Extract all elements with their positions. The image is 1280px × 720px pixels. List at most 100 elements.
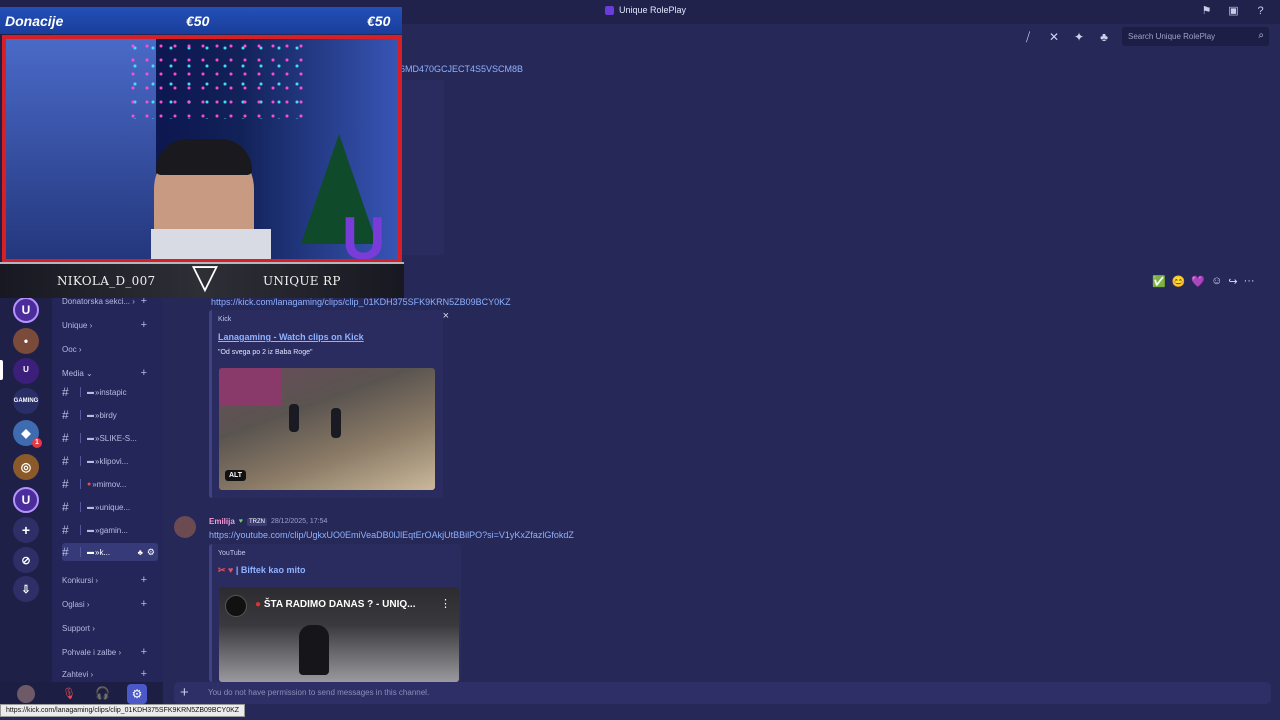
add-channel-icon[interactable]: + bbox=[141, 646, 147, 658]
stream-overlay: Donacije €50 €50 U NIKOLA_D_007 ▽ UNIQUE… bbox=[0, 7, 404, 302]
close-icon[interactable]: × bbox=[443, 310, 449, 322]
channel-item-instapic[interactable]: # ▬ »instapic bbox=[62, 383, 158, 401]
discover-icon[interactable]: ⊘ bbox=[13, 547, 39, 573]
add-channel-icon[interactable]: + bbox=[141, 367, 147, 379]
channel-label: »mimov... bbox=[92, 479, 127, 489]
channel-item-mimov[interactable]: # ● »mimov... bbox=[62, 475, 158, 493]
add-server-icon[interactable]: + bbox=[13, 517, 39, 543]
streamer-name: NIKOLA_D_007 bbox=[57, 274, 156, 288]
channel-emoji: ▬ bbox=[87, 548, 94, 556]
download-icon[interactable]: ⇩ bbox=[13, 576, 39, 602]
channel-item-birdy[interactable]: # ▬ »birdy bbox=[62, 406, 158, 424]
mic-muted-icon[interactable]: 🎙 bbox=[62, 687, 76, 700]
forward-icon[interactable]: ↪ bbox=[1228, 275, 1237, 288]
avatar[interactable] bbox=[17, 685, 35, 703]
partial-link-text[interactable]: 6MD470GCJECT4S5VSCM8B bbox=[400, 64, 523, 74]
server-tag[interactable]: TRZN bbox=[246, 517, 267, 526]
unique-logo-icon: U bbox=[342, 205, 386, 263]
category-label: Ooc bbox=[62, 345, 77, 354]
category-pohvale[interactable]: Pohvale i zalbe › + bbox=[62, 646, 157, 658]
search-input[interactable]: Search Unique RolePlay ⌕ bbox=[1122, 27, 1269, 46]
webcam-inset bbox=[219, 368, 281, 406]
more-icon[interactable]: ··· bbox=[1244, 275, 1255, 287]
category-support[interactable]: Support › bbox=[62, 624, 157, 633]
category-label: Zahtevi bbox=[62, 670, 89, 679]
embed-title: | Biftek kao mito bbox=[235, 565, 306, 575]
shield-icon: ♥ bbox=[238, 518, 243, 525]
message-header: Emilija ♥ TRZN 28/12/2025, 17:54 bbox=[209, 517, 327, 526]
server-icon-community[interactable]: ◆ 1 bbox=[13, 420, 42, 448]
category-ooc[interactable]: Ooc › bbox=[62, 345, 157, 354]
user-panel: 🎙 🎧 ⚙ bbox=[0, 682, 163, 706]
threads-icon[interactable]: ⧸ bbox=[1020, 29, 1036, 45]
video-thumbnail[interactable]: ● ŠTA RADIMO DANAS ? - UNIQ... ⋮ bbox=[219, 587, 459, 682]
server-icon-unique-rp[interactable]: ᵁ bbox=[13, 358, 39, 384]
add-attachment-icon[interactable]: + bbox=[180, 684, 189, 701]
add-reaction-icon[interactable]: ☺ bbox=[1211, 275, 1222, 287]
embed-title[interactable]: Lanagaming - Watch clips on Kick bbox=[218, 332, 364, 342]
hash-icon: # bbox=[62, 500, 69, 514]
invite-icon[interactable]: ♣ bbox=[138, 548, 143, 557]
webcam-frame: U bbox=[2, 35, 402, 263]
channel-item-slike[interactable]: # ▬ »SLIKE-S... bbox=[62, 429, 158, 447]
add-channel-icon[interactable]: + bbox=[141, 598, 147, 610]
channel-item-unique[interactable]: # ▬ »unique... bbox=[62, 498, 158, 516]
embed-title-row[interactable]: ✂ ♥ | Biftek kao mito bbox=[218, 565, 305, 576]
emoji-icon: ✂ ♥ bbox=[218, 565, 234, 575]
search-placeholder: Search Unique RolePlay bbox=[1128, 32, 1216, 41]
more-icon[interactable]: ⋮ bbox=[440, 597, 451, 610]
category-zahtevi[interactable]: Zahtevi › + bbox=[62, 668, 157, 680]
flag-icon[interactable]: ⚑ bbox=[1200, 5, 1213, 18]
heart-reaction-icon[interactable]: 💜 bbox=[1191, 275, 1205, 288]
channel-item-gaming[interactable]: # ▬ »gamin... bbox=[62, 521, 158, 539]
smile-reaction-icon[interactable]: 😊 bbox=[1172, 275, 1186, 288]
chevron-right-icon: › bbox=[89, 321, 93, 330]
embed-description: "Od svega po 2 iz Baba Roge" bbox=[218, 349, 313, 356]
window-title: Unique RolePlay bbox=[605, 5, 686, 15]
channel-emoji: ▬ bbox=[87, 457, 94, 465]
category-label: Media bbox=[62, 369, 84, 378]
name-bar: NIKOLA_D_007 ▽ UNIQUE RP bbox=[0, 258, 404, 298]
donation-amount: €50 bbox=[367, 13, 391, 29]
server-icon-avatar[interactable]: • bbox=[13, 328, 39, 354]
server-icon-group[interactable]: ◎ bbox=[13, 454, 39, 480]
message-input[interactable]: + You do not have permission to send mes… bbox=[174, 682, 1271, 704]
server-icon-gaming[interactable]: GAMING bbox=[13, 388, 39, 414]
pin-icon[interactable]: ✦ bbox=[1071, 29, 1087, 45]
hash-icon: # bbox=[62, 477, 69, 491]
add-channel-icon[interactable]: + bbox=[141, 319, 147, 331]
add-channel-icon[interactable]: + bbox=[141, 574, 147, 586]
server-logo-icon bbox=[605, 5, 614, 15]
gear-icon[interactable]: ⚙ bbox=[147, 547, 155, 558]
hash-icon: # bbox=[62, 545, 69, 559]
mute-icon[interactable]: ✕ bbox=[1046, 29, 1062, 45]
chevron-right-icon: › bbox=[86, 600, 90, 609]
check-reaction-icon[interactable]: ✅ bbox=[1152, 275, 1166, 288]
category-media[interactable]: Media ⌄ + bbox=[62, 367, 157, 379]
category-oglasi[interactable]: Oglasi › + bbox=[62, 598, 157, 610]
chevron-right-icon: › bbox=[95, 576, 99, 585]
message-link[interactable]: https://youtube.com/clip/UgkxUO0EmiVeaDB… bbox=[209, 530, 574, 540]
avatar[interactable] bbox=[174, 516, 196, 538]
active-server-indicator bbox=[0, 360, 3, 380]
category-unique[interactable]: Unique › + bbox=[62, 319, 157, 331]
chevron-right-icon: › bbox=[78, 345, 82, 354]
category-konkursi[interactable]: Konkursi › + bbox=[62, 574, 157, 586]
video-title-text: ŠTA RADIMO DANAS ? - UNIQ... bbox=[263, 599, 416, 610]
channel-item-kick[interactable]: # ▬ »k... ♣ ⚙ bbox=[62, 543, 158, 561]
inbox-icon[interactable]: ▣ bbox=[1227, 5, 1240, 18]
alt-badge[interactable]: ALT bbox=[225, 470, 247, 481]
help-icon[interactable]: ? bbox=[1254, 5, 1267, 18]
add-channel-icon[interactable]: + bbox=[141, 668, 147, 680]
author-name[interactable]: Emilija bbox=[209, 517, 235, 526]
server-icon-unique-2[interactable]: U bbox=[13, 487, 39, 513]
headphones-icon[interactable]: 🎧 bbox=[95, 686, 110, 700]
channel-item-klipovi[interactable]: # ▬ »klipovi... bbox=[62, 452, 158, 470]
channel-emoji: ▬ bbox=[87, 503, 94, 511]
members-icon[interactable]: ♣ bbox=[1096, 29, 1112, 45]
clip-thumbnail[interactable]: ALT bbox=[219, 368, 435, 490]
settings-icon[interactable]: ⚙ bbox=[127, 684, 147, 704]
category-label: Unique bbox=[62, 321, 88, 330]
string-lights bbox=[126, 39, 306, 119]
donation-label: Donacije bbox=[5, 13, 64, 29]
